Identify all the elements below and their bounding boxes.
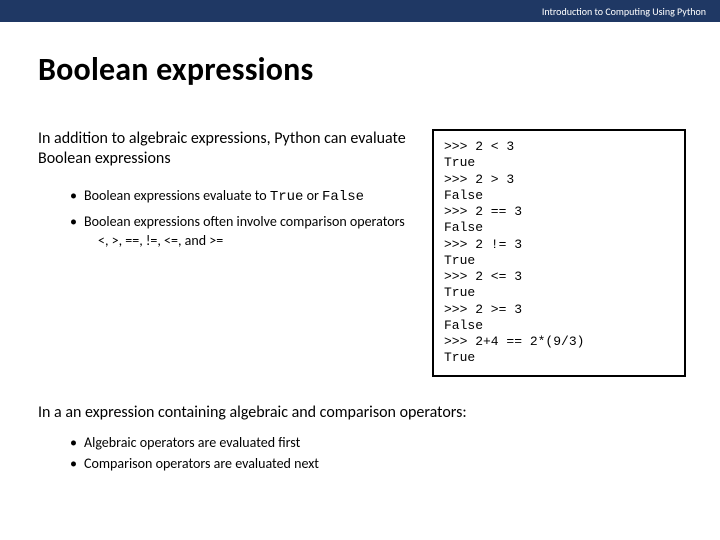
footer-section: In a an expression containing algebraic … — [0, 377, 720, 474]
bullet-text: Boolean expressions often involve compar… — [84, 213, 405, 230]
topbar-text: Introduction to Computing Using Python — [542, 5, 706, 18]
left-column: In addition to algebraic expressions, Py… — [38, 129, 408, 377]
bullet-item: Boolean expressions evaluate to True or … — [72, 187, 408, 207]
code-inline-false: False — [322, 189, 364, 205]
footer-bullet-list: Algebraic operators are evaluated first … — [38, 432, 686, 474]
footer-intro: In a an expression containing algebraic … — [38, 403, 686, 422]
operators-line: <, >, ==, !=, <=, and >= — [84, 232, 408, 251]
bullet-item: Comparison operators are evaluated next — [72, 453, 686, 474]
intro-text: In addition to algebraic expressions, Py… — [38, 129, 408, 169]
bullet-item: Boolean expressions often involve compar… — [72, 213, 408, 251]
code-box: >>> 2 < 3 True >>> 2 > 3 False >>> 2 == … — [432, 129, 686, 377]
content-row: In addition to algebraic expressions, Py… — [0, 89, 720, 377]
bullet-text: Boolean expressions evaluate to — [84, 187, 270, 204]
bullet-text: or — [303, 187, 322, 204]
code-inline-true: True — [270, 189, 304, 205]
slide: Introduction to Computing Using Python B… — [0, 0, 720, 540]
bullet-item: Algebraic operators are evaluated first — [72, 432, 686, 453]
bullet-list: Boolean expressions evaluate to True or … — [38, 187, 408, 251]
slide-title: Boolean expressions — [0, 22, 720, 89]
topbar: Introduction to Computing Using Python — [0, 0, 720, 22]
